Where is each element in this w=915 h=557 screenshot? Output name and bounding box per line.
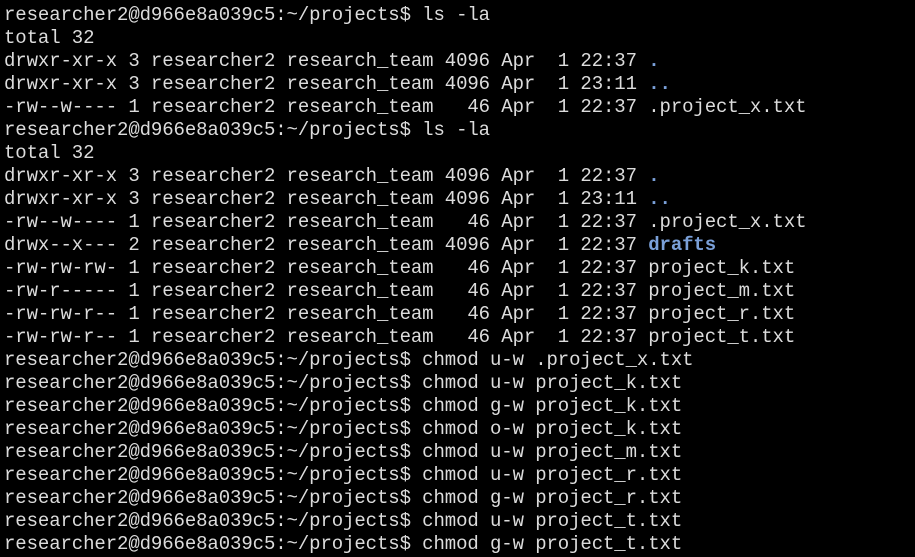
terminal-command-line: researcher2@d966e8a039c5:~/projects$ chm… bbox=[4, 372, 915, 395]
shell-prompt: researcher2@d966e8a039c5:~/projects$ bbox=[4, 464, 423, 486]
terminal-command-line: researcher2@d966e8a039c5:~/projects$ chm… bbox=[4, 418, 915, 441]
shell-command: chmod u-w project_k.txt bbox=[422, 372, 683, 394]
output-text: total 32 bbox=[4, 142, 95, 164]
listing-entry: -rw--w---- 1 researcher2 research_team 4… bbox=[4, 96, 915, 119]
shell-command: chmod u-w project_r.txt bbox=[422, 464, 683, 486]
terminal-command-line: researcher2@d966e8a039c5:~/projects$ chm… bbox=[4, 441, 915, 464]
entry-metadata: -rw-rw-rw- 1 researcher2 research_team 4… bbox=[4, 257, 649, 279]
terminal-output-line: total 32 bbox=[4, 27, 915, 50]
entry-metadata: drwx--x--- 2 researcher2 research_team 4… bbox=[4, 234, 649, 256]
shell-command: chmod g-w project_t.txt bbox=[422, 533, 683, 555]
file-name: .project_x.txt bbox=[648, 96, 807, 118]
terminal-command-line: researcher2@d966e8a039c5:~/projects$ chm… bbox=[4, 510, 915, 533]
shell-prompt: researcher2@d966e8a039c5:~/projects$ bbox=[4, 487, 423, 509]
directory-name: .. bbox=[648, 73, 671, 95]
terminal-command-line: researcher2@d966e8a039c5:~/projects$ chm… bbox=[4, 349, 915, 372]
listing-entry: drwxr-xr-x 3 researcher2 research_team 4… bbox=[4, 165, 915, 188]
file-name: .project_x.txt bbox=[648, 211, 807, 233]
shell-prompt: researcher2@d966e8a039c5:~/projects$ bbox=[4, 349, 423, 371]
directory-name: drafts bbox=[648, 234, 717, 256]
shell-prompt: researcher2@d966e8a039c5:~/projects$ bbox=[4, 119, 423, 141]
shell-prompt: researcher2@d966e8a039c5:~/projects$ bbox=[4, 510, 423, 532]
shell-command: chmod g-w project_k.txt bbox=[422, 395, 683, 417]
listing-entry: drwxr-xr-x 3 researcher2 research_team 4… bbox=[4, 188, 915, 211]
entry-metadata: drwxr-xr-x 3 researcher2 research_team 4… bbox=[4, 73, 649, 95]
shell-command: chmod u-w project_m.txt bbox=[422, 441, 683, 463]
shell-command: chmod o-w project_k.txt bbox=[422, 418, 683, 440]
file-name: project_t.txt bbox=[648, 326, 796, 348]
output-text: total 32 bbox=[4, 27, 95, 49]
shell-prompt: researcher2@d966e8a039c5:~/projects$ bbox=[4, 441, 423, 463]
shell-command: chmod u-w project_t.txt bbox=[422, 510, 683, 532]
entry-metadata: -rw-rw-r-- 1 researcher2 research_team 4… bbox=[4, 303, 649, 325]
file-name: project_k.txt bbox=[648, 257, 796, 279]
listing-entry: -rw-r----- 1 researcher2 research_team 4… bbox=[4, 280, 915, 303]
entry-metadata: drwxr-xr-x 3 researcher2 research_team 4… bbox=[4, 50, 649, 72]
terminal-output-line: total 32 bbox=[4, 142, 915, 165]
shell-command: ls -la bbox=[422, 4, 490, 26]
entry-metadata: -rw-rw-r-- 1 researcher2 research_team 4… bbox=[4, 326, 649, 348]
shell-command: chmod g-w project_r.txt bbox=[422, 487, 683, 509]
entry-metadata: drwxr-xr-x 3 researcher2 research_team 4… bbox=[4, 188, 649, 210]
terminal-command-line: researcher2@d966e8a039c5:~/projects$ chm… bbox=[4, 464, 915, 487]
shell-prompt: researcher2@d966e8a039c5:~/projects$ bbox=[4, 4, 423, 26]
directory-name: . bbox=[648, 165, 660, 187]
shell-prompt: researcher2@d966e8a039c5:~/projects$ bbox=[4, 533, 423, 555]
listing-entry: drwx--x--- 2 researcher2 research_team 4… bbox=[4, 234, 915, 257]
terminal-window[interactable]: researcher2@d966e8a039c5:~/projects$ ls … bbox=[0, 0, 915, 557]
entry-metadata: -rw-r----- 1 researcher2 research_team 4… bbox=[4, 280, 649, 302]
terminal-command-line: researcher2@d966e8a039c5:~/projects$ chm… bbox=[4, 487, 915, 510]
directory-name: . bbox=[648, 50, 660, 72]
listing-entry: drwxr-xr-x 3 researcher2 research_team 4… bbox=[4, 73, 915, 96]
entry-metadata: drwxr-xr-x 3 researcher2 research_team 4… bbox=[4, 165, 649, 187]
terminal-command-line: researcher2@d966e8a039c5:~/projects$ chm… bbox=[4, 533, 915, 556]
terminal-command-line: researcher2@d966e8a039c5:~/projects$ ls … bbox=[4, 4, 915, 27]
terminal-command-line: researcher2@d966e8a039c5:~/projects$ chm… bbox=[4, 395, 915, 418]
entry-metadata: -rw--w---- 1 researcher2 research_team 4… bbox=[4, 96, 649, 118]
listing-entry: -rw-rw-r-- 1 researcher2 research_team 4… bbox=[4, 303, 915, 326]
listing-entry: -rw-rw-rw- 1 researcher2 research_team 4… bbox=[4, 257, 915, 280]
listing-entry: drwxr-xr-x 3 researcher2 research_team 4… bbox=[4, 50, 915, 73]
shell-command: ls -la bbox=[422, 119, 490, 141]
shell-prompt: researcher2@d966e8a039c5:~/projects$ bbox=[4, 418, 423, 440]
file-name: project_m.txt bbox=[648, 280, 796, 302]
listing-entry: -rw-rw-r-- 1 researcher2 research_team 4… bbox=[4, 326, 915, 349]
directory-name: .. bbox=[648, 188, 671, 210]
shell-prompt: researcher2@d966e8a039c5:~/projects$ bbox=[4, 372, 423, 394]
entry-metadata: -rw--w---- 1 researcher2 research_team 4… bbox=[4, 211, 649, 233]
shell-prompt: researcher2@d966e8a039c5:~/projects$ bbox=[4, 395, 423, 417]
listing-entry: -rw--w---- 1 researcher2 research_team 4… bbox=[4, 211, 915, 234]
shell-command: chmod u-w .project_x.txt bbox=[422, 349, 694, 371]
file-name: project_r.txt bbox=[648, 303, 796, 325]
terminal-command-line: researcher2@d966e8a039c5:~/projects$ ls … bbox=[4, 119, 915, 142]
